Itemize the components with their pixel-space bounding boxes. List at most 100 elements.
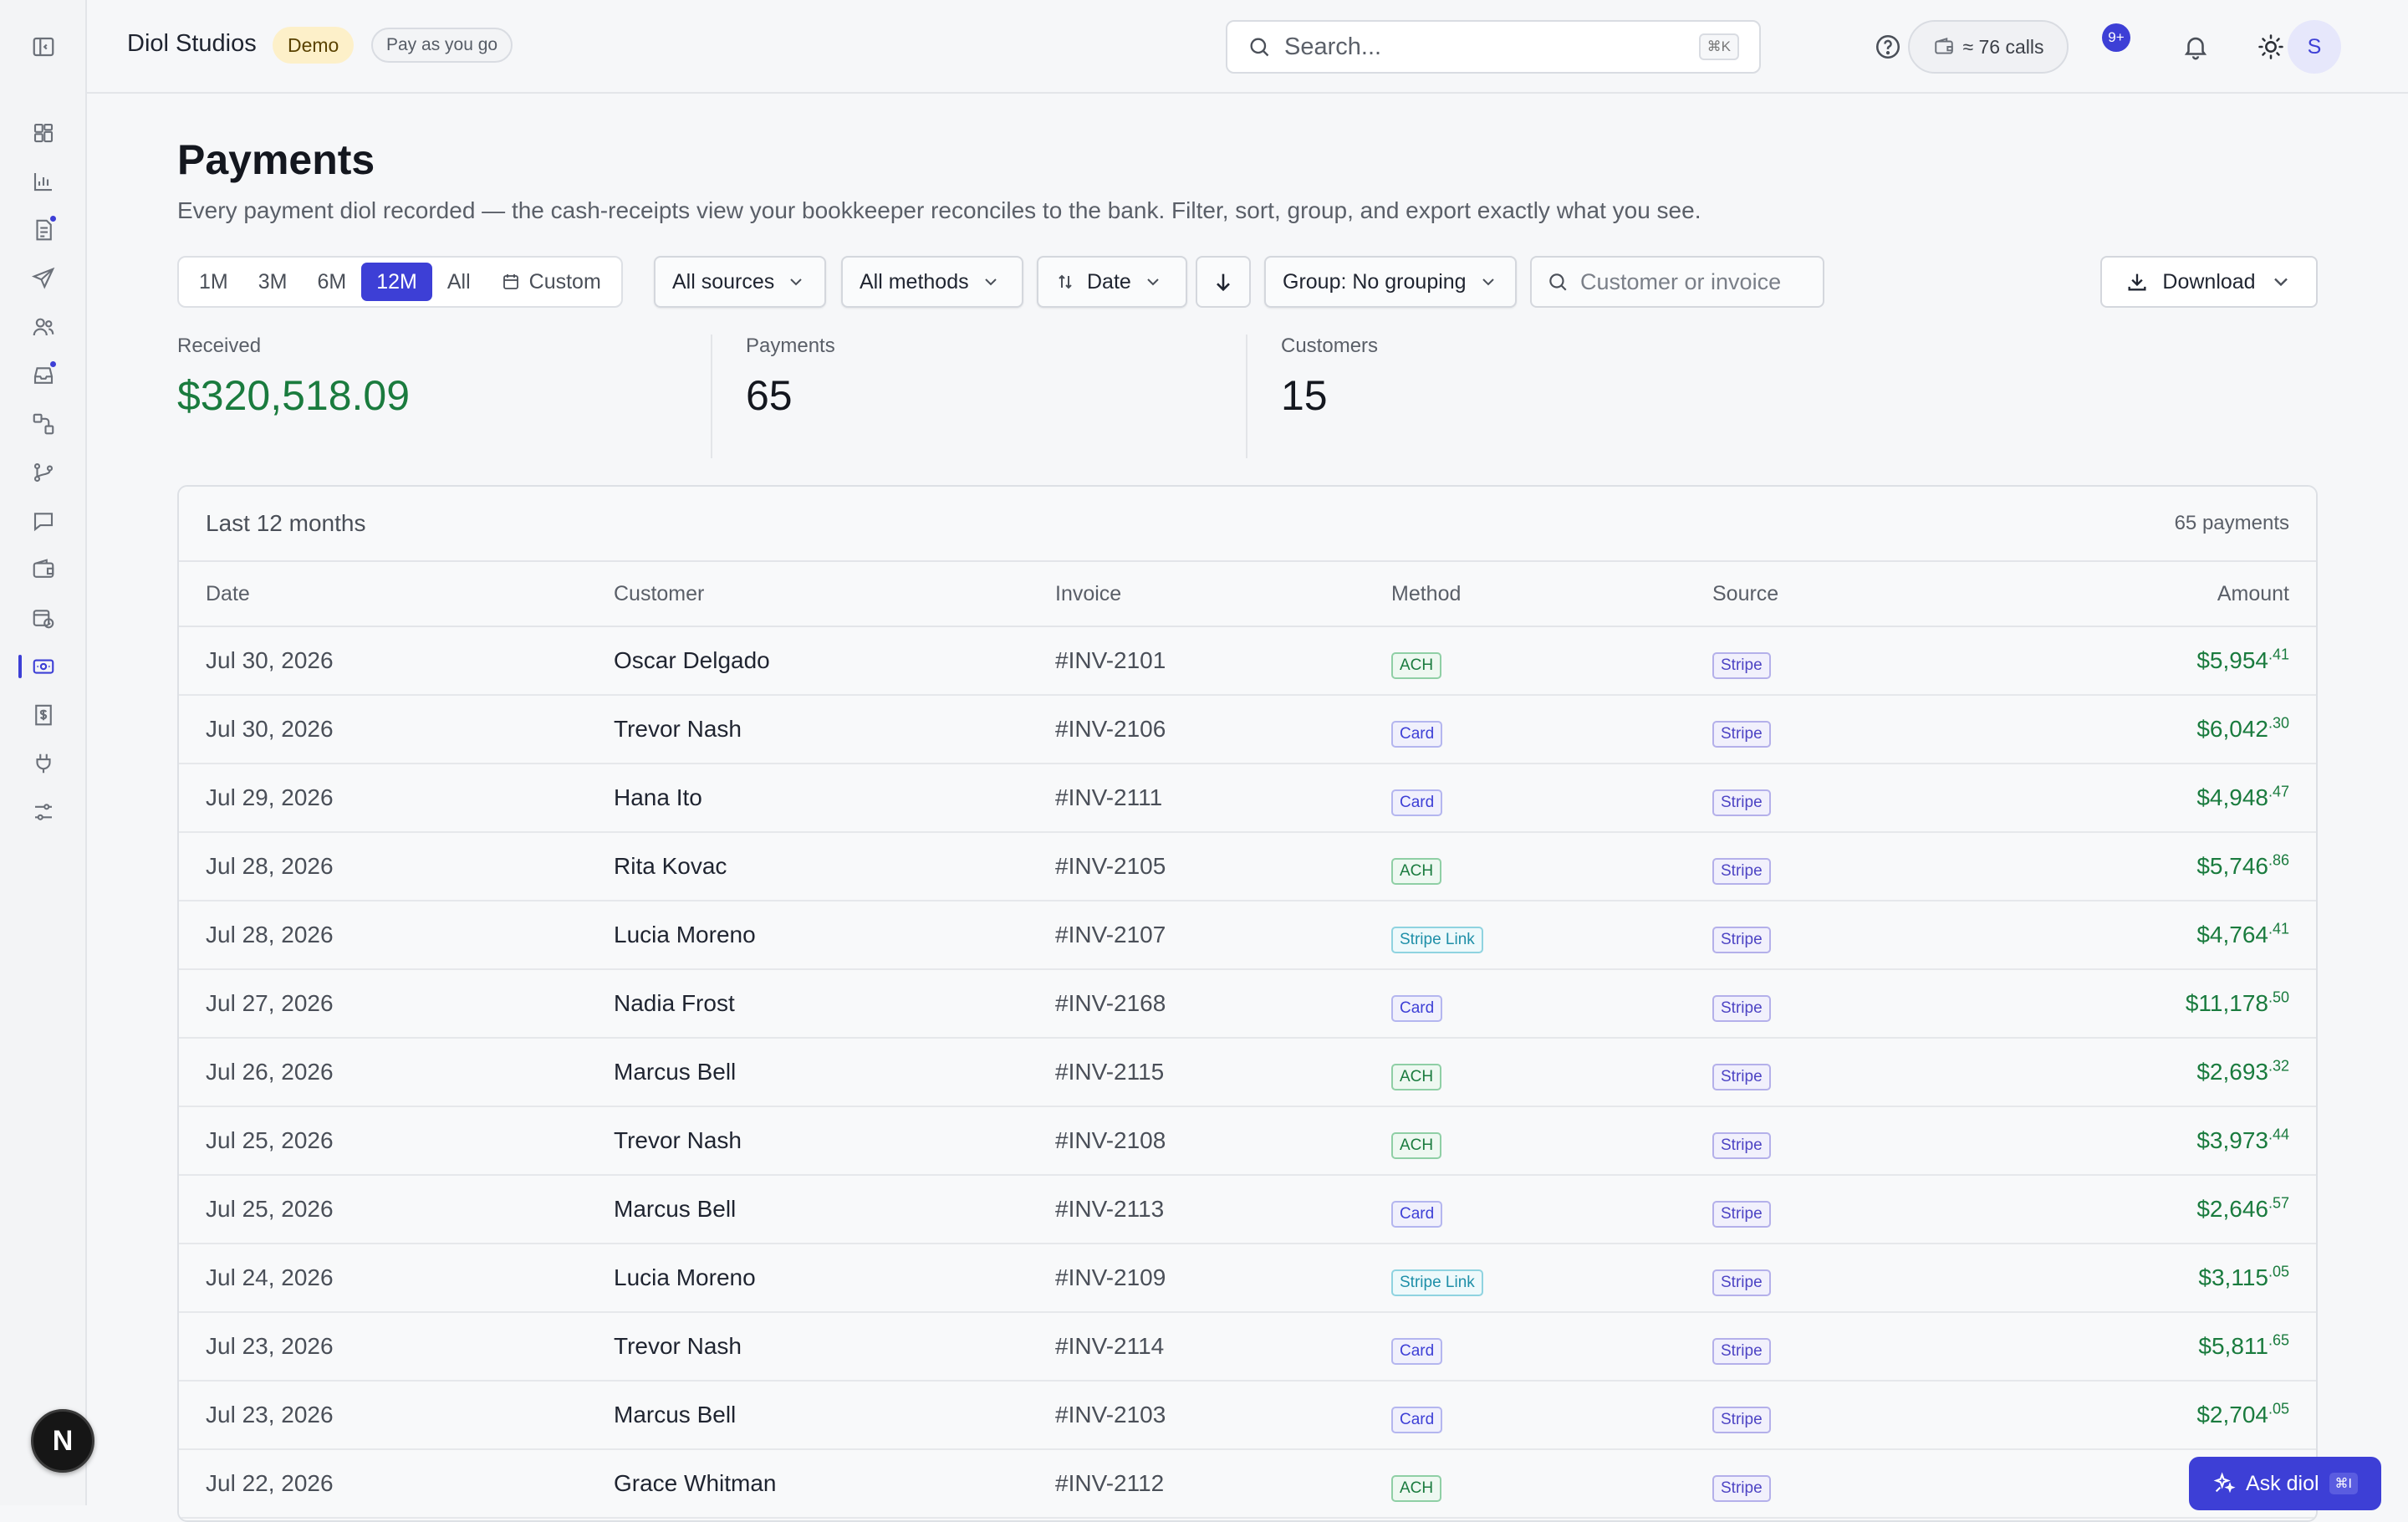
methods-label: All methods (860, 269, 969, 294)
cell-customer[interactable]: Grace Whitman (614, 1470, 777, 1497)
sidebar-toggle-icon[interactable] (28, 32, 59, 62)
col-date[interactable]: Date (206, 582, 250, 606)
global-search[interactable]: ⌘K (1226, 20, 1761, 74)
cell-customer[interactable]: Trevor Nash (614, 716, 742, 743)
range-all[interactable]: All (432, 263, 486, 301)
col-customer[interactable]: Customer (614, 582, 704, 606)
table-row[interactable]: Jul 30, 2026 Oscar Delgado #INV-2101 ACH Str… (179, 627, 2316, 696)
calls-usage[interactable]: ≈ 76 calls (1908, 20, 2069, 74)
cell-customer[interactable]: Oscar Delgado (614, 647, 770, 674)
sidebar-item-wallet[interactable] (0, 545, 87, 594)
cell-invoice[interactable]: #INV-2168 (1055, 990, 1166, 1017)
range-3m[interactable]: 3M (243, 263, 303, 301)
col-invoice[interactable]: Invoice (1055, 582, 1121, 606)
cell-invoice[interactable]: #INV-2115 (1055, 1059, 1164, 1085)
sidebar-item-calendar-clock[interactable] (0, 594, 87, 642)
cell-customer[interactable]: Marcus Bell (614, 1196, 736, 1223)
table-row[interactable]: Jul 25, 2026 Marcus Bell #INV-2113 Card Stri… (179, 1176, 2316, 1244)
table-header: Date Customer Invoice Method Source Amou… (179, 562, 2316, 627)
sidebar-item-receipt[interactable] (0, 691, 87, 739)
range-custom[interactable]: Custom (486, 263, 616, 301)
download-button[interactable]: Download (2100, 256, 2318, 308)
cell-invoice[interactable]: #INV-2114 (1055, 1333, 1164, 1360)
cell-invoice[interactable]: #INV-2107 (1055, 922, 1166, 948)
cell-invoice[interactable]: #INV-2111 (1055, 784, 1162, 811)
cell-invoice[interactable]: #INV-2105 (1055, 853, 1166, 880)
bell-icon[interactable] (2176, 27, 2216, 67)
sidebar-item-document[interactable] (0, 206, 87, 254)
sidebar-item-dashboard[interactable] (0, 109, 87, 157)
cell-invoice[interactable]: #INV-2108 (1055, 1127, 1166, 1154)
sidebar-item-payments[interactable] (0, 642, 87, 691)
bar-chart-icon (33, 173, 52, 192)
workflow-icon (33, 413, 54, 435)
help-icon[interactable] (1868, 27, 1908, 67)
table-row[interactable]: Jul 28, 2026 Rita Kovac #INV-2105 ACH Stripe… (179, 833, 2316, 901)
source-badge: Stripe (1712, 721, 1771, 748)
table-row[interactable]: Jul 23, 2026 Marcus Bell #INV-2103 Card Stri… (179, 1382, 2316, 1450)
sidebar-item-workflow[interactable] (0, 400, 87, 448)
sort-field-dropdown[interactable]: Date (1037, 256, 1187, 308)
cell-customer[interactable]: Rita Kovac (614, 853, 727, 880)
table-row[interactable]: Jul 27, 2026 Nadia Frost #INV-2168 Card Stri… (179, 970, 2316, 1039)
sidebar-item-users[interactable] (0, 303, 87, 351)
cell-invoice[interactable]: #INV-2109 (1055, 1264, 1166, 1291)
cell-method: Card (1391, 784, 1443, 816)
methods-dropdown[interactable]: All methods (841, 256, 1023, 308)
sort-icon (1059, 274, 1072, 289)
workspace-avatar[interactable]: N (31, 1409, 94, 1473)
cell-source: Stripe (1712, 1127, 1771, 1159)
sidebar-item-inbox[interactable] (0, 351, 87, 400)
cell-source: Stripe (1712, 1402, 1771, 1433)
range-1m[interactable]: 1M (184, 263, 243, 301)
user-avatar[interactable]: S (2288, 20, 2341, 74)
cell-amount: $2,704.05 (2196, 1402, 2289, 1428)
date-range-selector: 1M 3M 6M 12M All Custom (177, 256, 623, 308)
amount-dollars: $5,746 (2196, 853, 2268, 879)
cell-invoice[interactable]: #INV-2113 (1055, 1196, 1164, 1223)
range-12m[interactable]: 12M (361, 263, 432, 301)
sources-dropdown[interactable]: All sources (654, 256, 826, 308)
table-row[interactable]: Jul 29, 2026 Hana Ito #INV-2111 Card Stripe $… (179, 764, 2316, 833)
cell-customer[interactable]: Marcus Bell (614, 1402, 736, 1428)
table-row[interactable]: Jul 22, 2026 Grace Whitman #INV-2112 ACH Str… (179, 1450, 2316, 1519)
col-amount[interactable]: Amount (2217, 582, 2289, 606)
cell-invoice[interactable]: #INV-2106 (1055, 716, 1166, 743)
col-source[interactable]: Source (1712, 582, 1778, 606)
table-row[interactable]: Jul 26, 2026 Marcus Bell #INV-2115 ACH Strip… (179, 1039, 2316, 1107)
cell-customer[interactable]: Lucia Moreno (614, 922, 756, 948)
org-name[interactable]: Diol Studios (127, 30, 257, 58)
cell-method: Stripe Link (1391, 922, 1483, 953)
cell-invoice[interactable]: #INV-2112 (1055, 1470, 1164, 1497)
customer-search-input[interactable] (1580, 268, 1781, 295)
sidebar-item-plug[interactable] (0, 739, 87, 788)
sidebar-item-branch[interactable] (0, 448, 87, 497)
col-method[interactable]: Method (1391, 582, 1461, 606)
theme-toggle-icon[interactable] (2251, 27, 2291, 67)
table-row[interactable]: Jul 23, 2026 Trevor Nash #INV-2114 Card Stri… (179, 1313, 2316, 1382)
cell-customer[interactable]: Marcus Bell (614, 1059, 736, 1085)
table-row[interactable]: Jul 24, 2026 Lucia Moreno #INV-2109 Stripe … (179, 1244, 2316, 1313)
customer-search[interactable] (1530, 256, 1824, 308)
method-badge: Card (1391, 995, 1443, 1022)
ask-diol-button[interactable]: Ask diol ⌘I (2189, 1457, 2381, 1510)
search-input[interactable] (1284, 33, 1699, 61)
cell-amount: $4,948.47 (2196, 784, 2289, 811)
sort-direction-button[interactable] (1196, 256, 1251, 308)
group-dropdown[interactable]: Group: No grouping (1264, 256, 1517, 308)
sidebar-item-chat[interactable] (0, 497, 87, 545)
table-row[interactable]: Jul 25, 2026 Trevor Nash #INV-2108 ACH Strip… (179, 1107, 2316, 1176)
sidebar-item-bar-chart[interactable] (0, 157, 87, 206)
cell-customer[interactable]: Hana Ito (614, 784, 702, 811)
cell-customer[interactable]: Trevor Nash (614, 1127, 742, 1154)
range-6m[interactable]: 6M (302, 263, 361, 301)
cell-invoice[interactable]: #INV-2103 (1055, 1402, 1166, 1428)
table-row[interactable]: Jul 28, 2026 Lucia Moreno #INV-2107 Stripe … (179, 901, 2316, 970)
cell-invoice[interactable]: #INV-2101 (1055, 647, 1166, 674)
sidebar-item-send[interactable] (0, 254, 87, 303)
cell-customer[interactable]: Lucia Moreno (614, 1264, 756, 1291)
sidebar-item-sliders[interactable] (0, 788, 87, 836)
cell-customer[interactable]: Nadia Frost (614, 990, 735, 1017)
cell-customer[interactable]: Trevor Nash (614, 1333, 742, 1360)
table-row[interactable]: Jul 30, 2026 Trevor Nash #INV-2106 Card Stri… (179, 696, 2316, 764)
